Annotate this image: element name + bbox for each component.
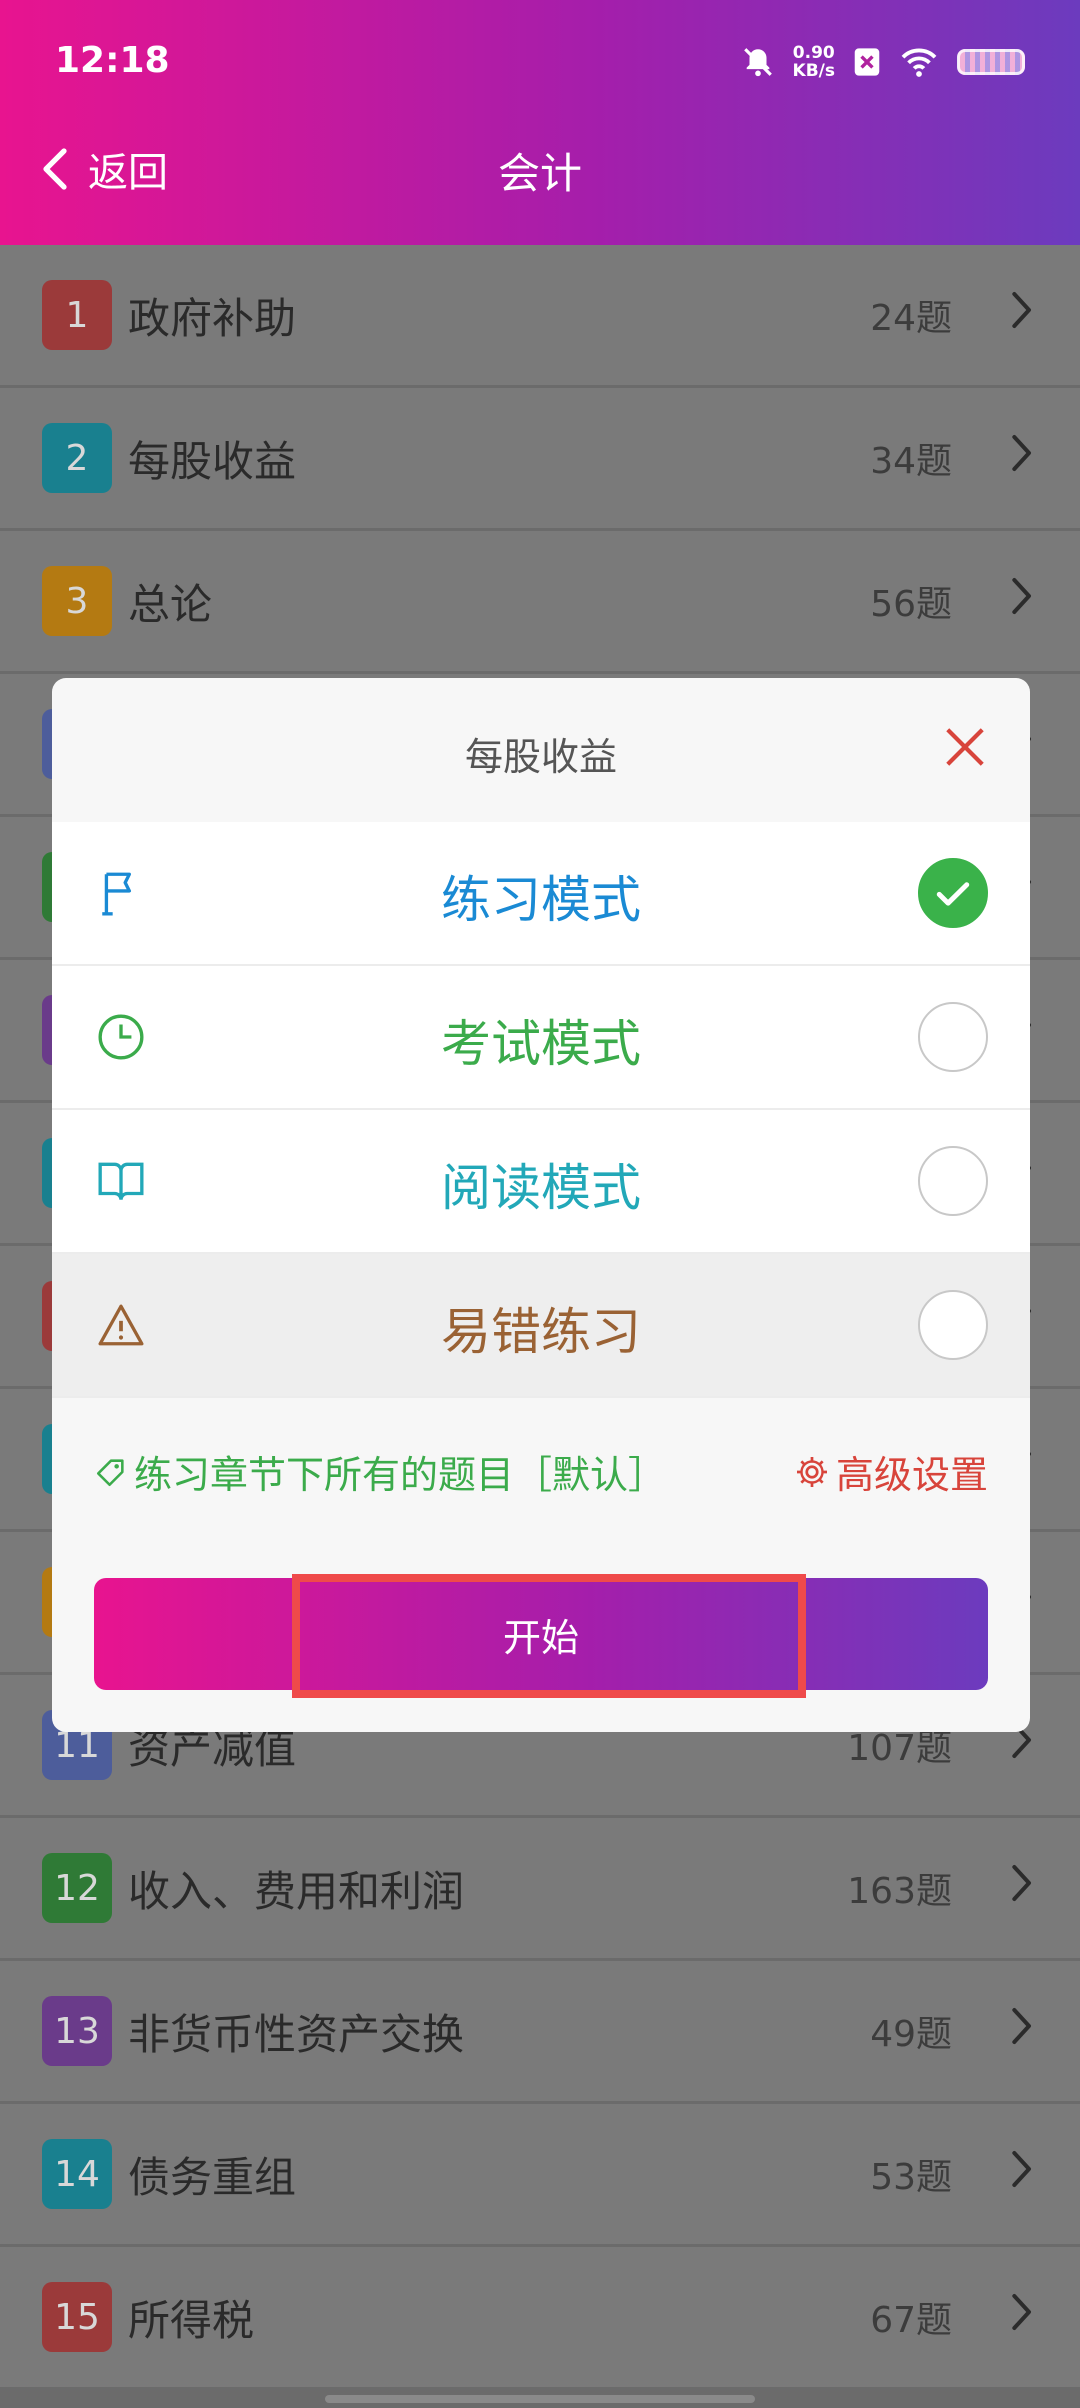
chapter-title: 总论	[128, 579, 213, 629]
chapter-title: 债务重组	[128, 2152, 297, 2202]
chevron-right-icon	[1007, 433, 1035, 484]
app-header: 12:18 0.90 KB/s 返回 会计	[0, 0, 1080, 245]
chapter-number-badge: 3	[42, 566, 112, 636]
page-title: 会计	[497, 149, 582, 198]
chevron-right-icon	[1007, 2006, 1035, 2057]
question-scope-label: 练习章节下所有的题目［默认］	[134, 1453, 667, 1497]
notification-x-icon	[854, 48, 880, 76]
chapter-title: 政府补助	[128, 293, 297, 343]
check-icon	[936, 882, 970, 906]
mode-exam[interactable]: 考试模式	[52, 966, 1030, 1110]
mode-exam-label: 考试模式	[441, 1015, 641, 1073]
chevron-right-icon	[1007, 290, 1035, 341]
dialog-title: 每股收益	[464, 735, 617, 779]
mode-reading[interactable]: 阅读模式	[52, 1110, 1030, 1254]
tag-icon	[96, 1458, 124, 1486]
list-item[interactable]: 13 非货币性资产交换 49题	[0, 1961, 1080, 2101]
start-button[interactable]: 开始	[94, 1578, 988, 1690]
chapter-title: 所得税	[128, 2295, 255, 2345]
mode-practice-label: 练习模式	[441, 871, 641, 929]
chapter-number-badge: 12	[42, 1853, 112, 1923]
chapter-count: 163题	[847, 1871, 952, 1912]
mode-practice-radio[interactable]	[918, 858, 988, 928]
chapter-title: 每股收益	[128, 436, 297, 486]
chapter-title: 收入、费用和利润	[128, 1866, 465, 1916]
mode-reading-radio[interactable]	[918, 1146, 988, 1216]
battery-icon	[957, 49, 1025, 75]
mode-reading-label: 阅读模式	[441, 1159, 641, 1217]
chapter-count: 34题	[870, 441, 952, 482]
question-scope[interactable]: 练习章节下所有的题目［默认］	[94, 1444, 666, 1499]
list-item[interactable]: 14 债务重组 53题	[0, 2104, 1080, 2244]
chapter-number-badge: 1	[42, 280, 112, 350]
mode-exam-radio[interactable]	[918, 1002, 988, 1072]
net-speed: 0.90 KB/s	[793, 44, 835, 80]
chapter-count: 56题	[870, 584, 952, 625]
mode-practice[interactable]: 练习模式	[52, 822, 1030, 966]
chapter-count: 53题	[870, 2157, 952, 2198]
mode-error-label: 易错练习	[441, 1303, 641, 1361]
home-indicator	[325, 2395, 755, 2403]
chapter-number-badge: 14	[42, 2139, 112, 2209]
chevron-right-icon	[1007, 2292, 1035, 2343]
advanced-settings-link[interactable]: 高级设置	[794, 1444, 988, 1499]
status-icons: 0.90 KB/s	[741, 44, 1025, 80]
chapter-title: 非货币性资产交换	[128, 2009, 465, 2059]
mode-error-practice[interactable]: 易错练习	[52, 1254, 1030, 1398]
status-time: 12:18	[55, 40, 170, 81]
chapter-number-badge: 15	[42, 2282, 112, 2352]
close-icon[interactable]	[942, 724, 988, 770]
list-item[interactable]: 12 收入、费用和利润 163题	[0, 1818, 1080, 1958]
chapter-number-badge: 2	[42, 423, 112, 493]
list-item[interactable]: 15 所得税 67题	[0, 2247, 1080, 2387]
net-speed-value: 0.90	[792, 43, 835, 63]
gear-icon	[796, 1456, 827, 1487]
start-button-label: 开始	[502, 1615, 579, 1660]
net-speed-unit: KB/s	[792, 61, 835, 81]
chevron-right-icon	[1007, 576, 1035, 627]
list-item[interactable]: 2 每股收益 34题	[0, 388, 1080, 528]
mode-error-radio[interactable]	[918, 1290, 988, 1360]
chevron-right-icon	[1007, 2149, 1035, 2200]
list-item[interactable]: 1 政府补助 24题	[0, 245, 1080, 385]
wifi-icon	[901, 48, 937, 77]
mute-bell-icon	[743, 48, 772, 77]
chapter-count: 49题	[870, 2014, 952, 2055]
advanced-settings-label: 高级设置	[835, 1453, 988, 1497]
chapter-count: 67题	[870, 2300, 952, 2341]
chapter-number-badge: 13	[42, 1996, 112, 2066]
list-item[interactable]: 3 总论 56题	[0, 531, 1080, 671]
mode-select-dialog: 每股收益 练习模式 考试模式 阅读模式 易错练习 练习章节下所有的题目［默认］ …	[52, 678, 1030, 1732]
chevron-right-icon	[1007, 1863, 1035, 1914]
chapter-count: 24题	[870, 298, 952, 339]
